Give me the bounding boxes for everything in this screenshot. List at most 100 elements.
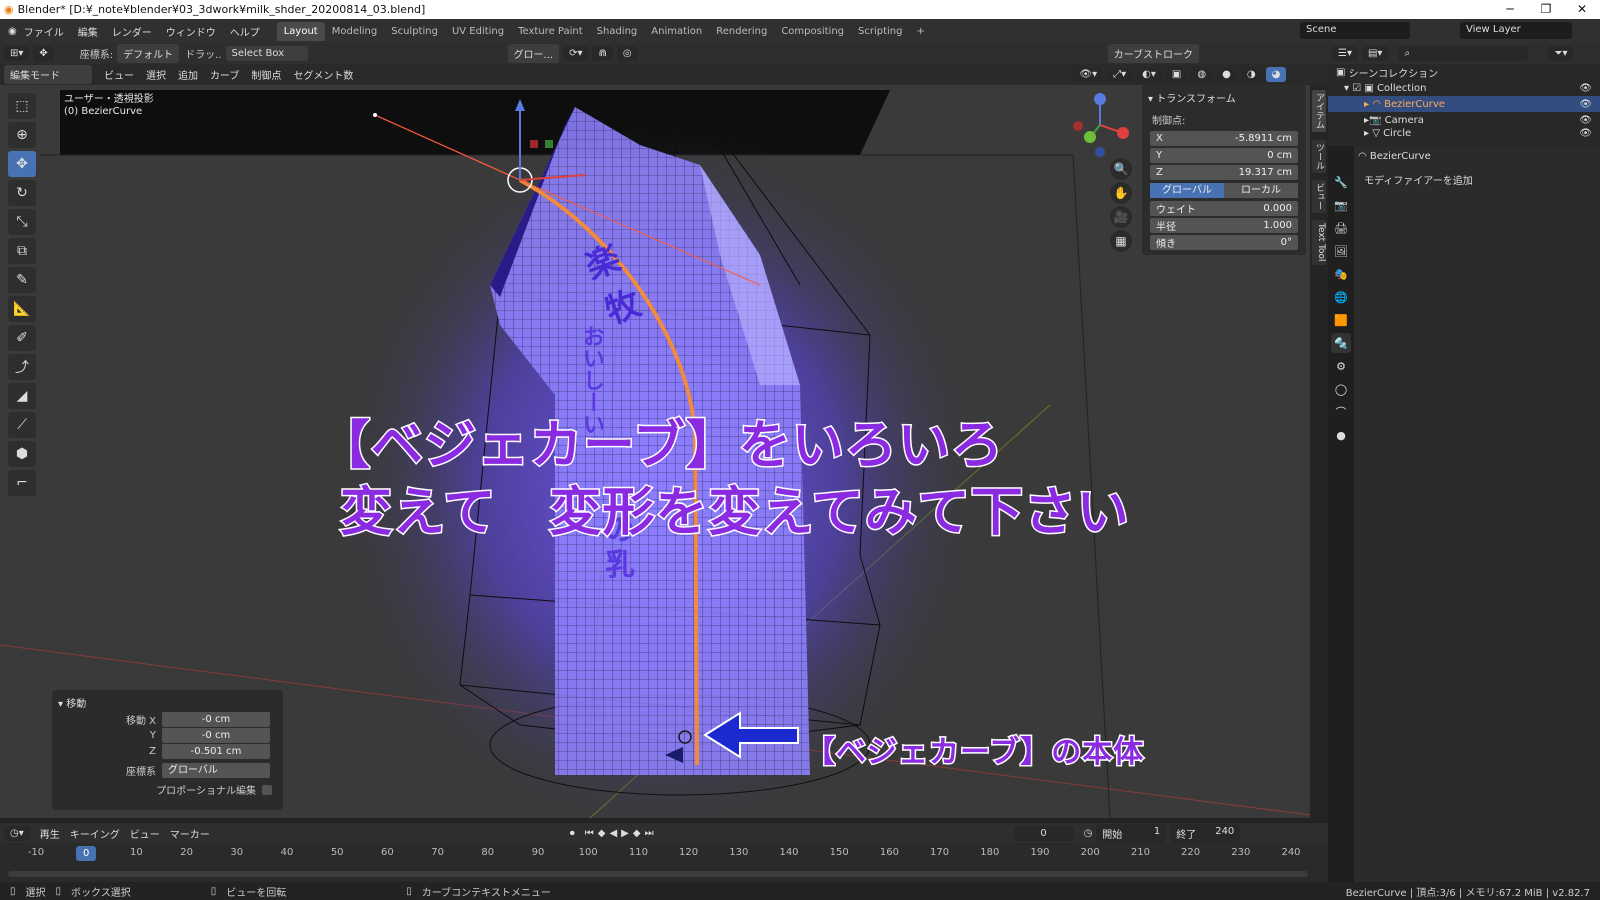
outliner-item-beziercurve[interactable]: ▸ ◠ BezierCurve 👁	[1328, 96, 1600, 112]
3d-viewport[interactable]: 楽 牧 おいしーい の 乳 ユーザー・透視投影 (0) BezierCurve …	[0, 85, 1310, 818]
jump-end-icon[interactable]: ⏭	[645, 828, 654, 839]
tab-modeling[interactable]: Modeling	[325, 22, 385, 41]
modifier-props-icon[interactable]: 🔩	[1331, 333, 1351, 353]
tab-texture-paint[interactable]: Texture Paint	[511, 22, 590, 41]
eye-icon[interactable]: 👁	[1579, 128, 1592, 138]
next-key-icon[interactable]: ◆	[633, 828, 641, 839]
global-button[interactable]: グローバル	[1150, 183, 1224, 198]
tilt-field[interactable]: 傾き 0°	[1150, 235, 1298, 250]
record-icon[interactable]: ⏺	[570, 828, 575, 839]
menu-segments[interactable]: セグメント数	[293, 67, 353, 82]
tab-rendering[interactable]: Rendering	[709, 22, 774, 41]
tab-tool[interactable]: ツール	[1312, 140, 1326, 173]
view-layer-selector[interactable]: View Layer	[1460, 22, 1572, 39]
world-props-icon[interactable]: 🌐	[1331, 287, 1351, 307]
magnet-icon[interactable]: ⋒	[592, 46, 613, 61]
xray-icon[interactable]: ▣	[1165, 67, 1188, 82]
pan-icon[interactable]: ✋	[1110, 182, 1132, 204]
jump-start-icon[interactable]: ⏮	[585, 828, 594, 839]
timeline-editor-icon[interactable]: ◷▾	[4, 825, 30, 841]
select-tool-icon[interactable]: ⬚	[8, 93, 36, 119]
filter-icon[interactable]: ⏷▾	[1548, 46, 1574, 61]
outliner-item-camera[interactable]: ▸ 📷 Camera 👁	[1328, 112, 1600, 128]
maximize-icon[interactable]: ❐	[1528, 0, 1564, 19]
start-frame-field[interactable]: 開始 1	[1096, 823, 1167, 843]
cp-z-field[interactable]: Z 19.317 cm	[1150, 165, 1298, 180]
proportional-icon[interactable]: ◎	[616, 46, 638, 61]
view-layer-props-icon[interactable]: 🖼	[1331, 241, 1351, 261]
tilt-tool-icon[interactable]: ⟋	[8, 412, 36, 438]
eye-icon[interactable]: 👁	[1579, 115, 1592, 126]
randomize-tool-icon[interactable]: ⬢	[8, 441, 36, 467]
menu-edit[interactable]: 編集	[78, 24, 98, 39]
tab-animation[interactable]: Animation	[644, 22, 709, 41]
cp-y-field[interactable]: Y 0 cm	[1150, 148, 1298, 163]
outliner-collection[interactable]: ▾ ☑ ▣ Collection 👁	[1328, 80, 1600, 96]
frame-ruler[interactable]: -10 0 10 20 30 40 50 60 70 80 90 100 110 120 130 140 150…	[0, 846, 1310, 861]
tab-compositing[interactable]: Compositing	[774, 22, 851, 41]
tab-layout[interactable]: Layout	[276, 21, 325, 41]
menu-playback[interactable]: 再生	[40, 826, 60, 841]
material-props-icon[interactable]: ●	[1331, 425, 1351, 445]
end-frame-field[interactable]: 終了 240	[1170, 823, 1241, 843]
render-props-icon[interactable]: 📷	[1331, 195, 1351, 215]
menu-help[interactable]: ヘルプ	[230, 24, 260, 39]
rotate-tool-icon[interactable]: ↻	[8, 180, 36, 206]
gizmo-toggle-icon[interactable]: ⤢▾	[1107, 67, 1133, 82]
current-frame-field[interactable]: 0	[1013, 825, 1074, 841]
navigation-gizmo[interactable]	[1070, 90, 1130, 160]
orientation-dropdown[interactable]: デフォルト	[117, 44, 180, 63]
tab-uv-editing[interactable]: UV Editing	[445, 22, 511, 41]
output-props-icon[interactable]: 🖨	[1331, 218, 1351, 238]
move-x-field[interactable]: -0 cm	[162, 712, 270, 727]
particles-props-icon[interactable]: ⚙	[1331, 356, 1351, 376]
visibility-icon[interactable]: 👁▾	[1073, 67, 1104, 82]
tool-props-icon[interactable]: 🔧	[1331, 172, 1351, 192]
transform-tool-icon[interactable]: ⧉	[8, 238, 36, 264]
pivot-dropdown[interactable]: グロー...	[507, 44, 560, 63]
menu-select[interactable]: 選択	[146, 67, 166, 82]
tab-view[interactable]: ビュー	[1312, 180, 1326, 213]
menu-timeline-view[interactable]: ビュー	[130, 826, 160, 841]
shear-tool-icon[interactable]: ⌐	[8, 470, 36, 496]
eye-icon[interactable]: 👁	[1579, 99, 1592, 110]
menu-keying[interactable]: キーイング	[70, 826, 120, 841]
data-props-icon[interactable]: ⌒	[1331, 402, 1351, 422]
camera-view-icon[interactable]: 🎥	[1110, 206, 1132, 228]
shading-material-icon[interactable]: ◑	[1240, 67, 1262, 82]
measure-tool-icon[interactable]: 📐	[8, 296, 36, 322]
physics-props-icon[interactable]: ◯	[1331, 379, 1351, 399]
zoom-icon[interactable]: 🔍	[1110, 158, 1132, 180]
move-tool-icon[interactable]: ✥	[8, 151, 36, 177]
editor-type-button[interactable]: ⊞▾	[4, 46, 30, 61]
object-props-icon[interactable]: 🟧	[1331, 310, 1351, 330]
transform-tool-icon[interactable]: ✥	[33, 46, 54, 61]
add-modifier-dropdown[interactable]: モディファイアーを追加	[1358, 170, 1594, 187]
tab-scripting[interactable]: Scripting	[851, 22, 909, 41]
display-mode-icon[interactable]: ▤▾	[1361, 46, 1389, 61]
menu-curve[interactable]: カーブ	[210, 67, 239, 82]
play-reverse-icon[interactable]: ◀	[609, 828, 617, 839]
overlay-toggle-icon[interactable]: ◐▾	[1136, 67, 1162, 82]
menu-control-points[interactable]: 制御点	[251, 67, 281, 82]
menu-window[interactable]: ウィンドウ	[166, 24, 216, 39]
menu-marker[interactable]: マーカー	[170, 826, 210, 841]
outliner-scene-collection[interactable]: ▣ シーンコレクション	[1328, 64, 1600, 80]
cp-x-field[interactable]: X -5.8911 cm	[1150, 131, 1298, 146]
frame-cursor[interactable]: 0	[76, 846, 97, 861]
menu-add[interactable]: 追加	[178, 67, 198, 82]
annotate-tool-icon[interactable]: ✎	[8, 267, 36, 293]
outliner-item-circle[interactable]: ▸ ▽ Circle 👁	[1328, 128, 1600, 138]
menu-view[interactable]: ビュー	[104, 67, 134, 82]
snap-icon[interactable]: ⟳▾	[563, 46, 589, 61]
scene-selector[interactable]: Scene	[1300, 22, 1410, 39]
select-box-dropdown[interactable]: Select Box	[225, 46, 308, 61]
curve-stroke-dropdown[interactable]: カーブストローク	[1107, 44, 1200, 63]
radius-tool-icon[interactable]: ◢	[8, 383, 36, 409]
draw-tool-icon[interactable]: ✐	[8, 325, 36, 351]
add-workspace-icon[interactable]: +	[909, 22, 931, 41]
shading-wire-icon[interactable]: ◍	[1191, 67, 1213, 82]
close-icon[interactable]: ✕	[1564, 0, 1600, 19]
operator-orient-dropdown[interactable]: グローバル	[162, 763, 270, 778]
scene-props-icon[interactable]: 🎭	[1331, 264, 1351, 284]
